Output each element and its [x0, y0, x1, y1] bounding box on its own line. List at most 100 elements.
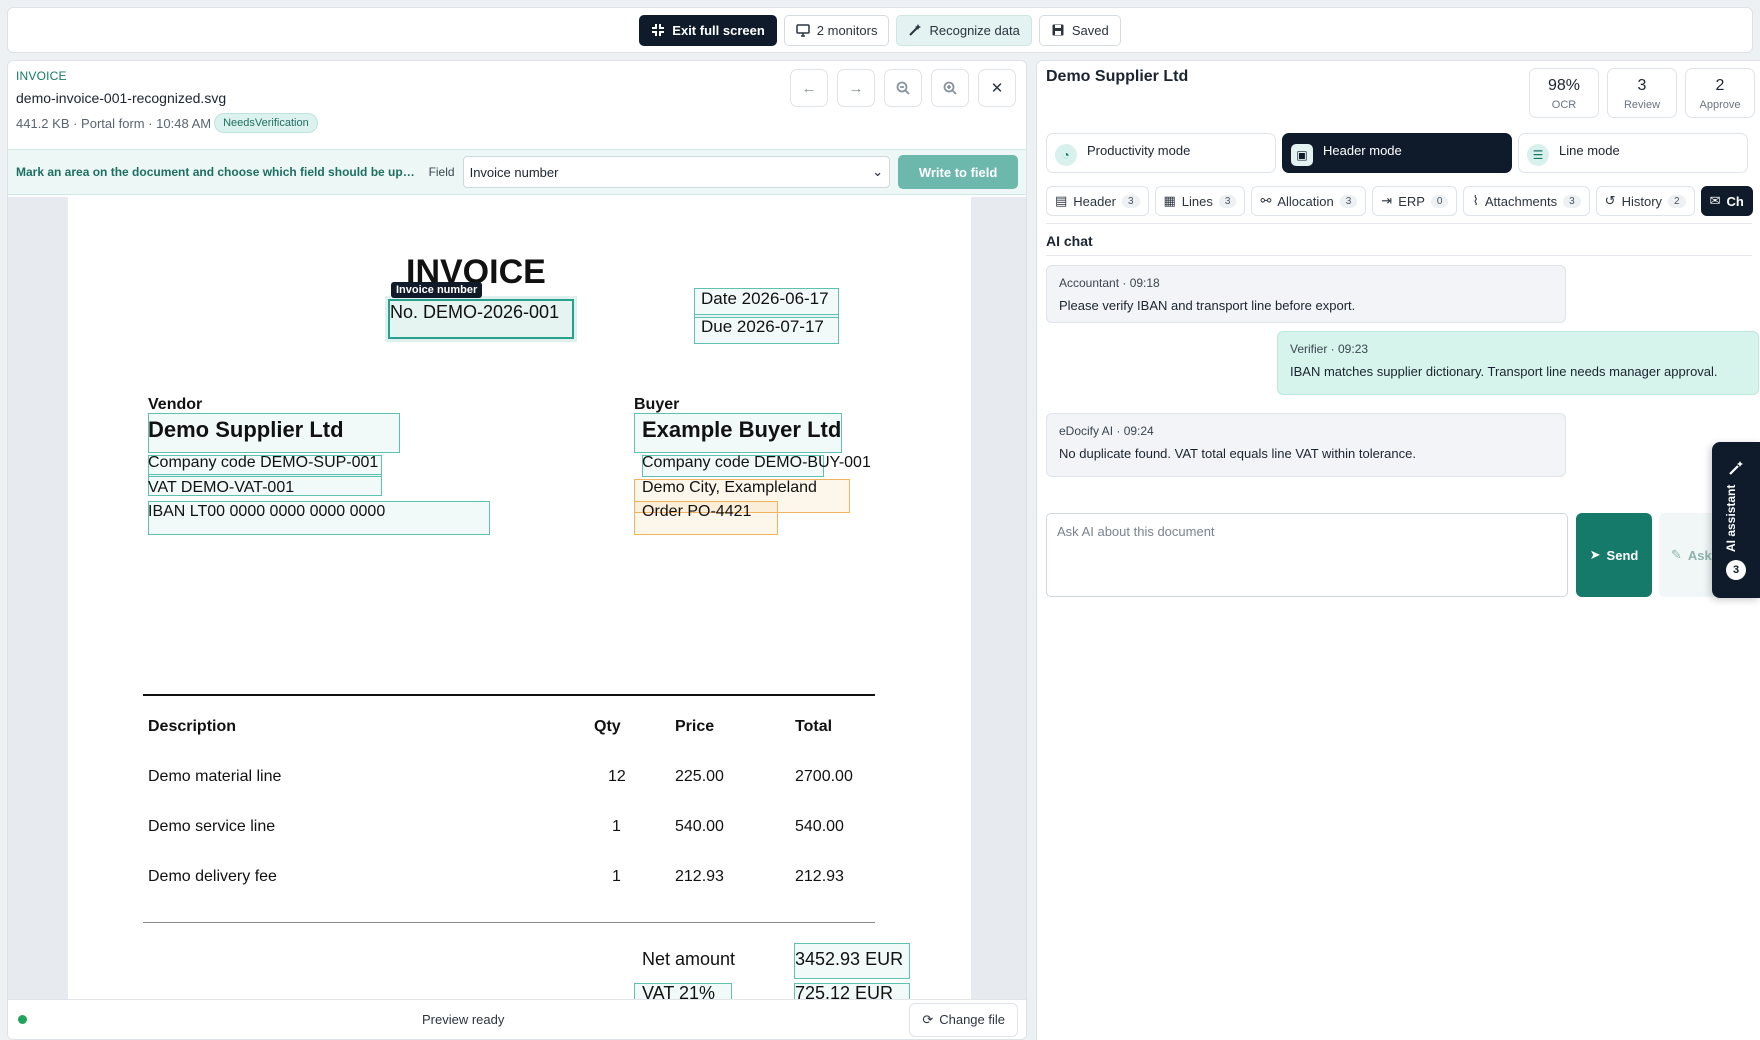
row-price: 225.00 — [675, 768, 724, 785]
top-toolbar: Exit full screen 2 monitors Recognize da… — [7, 7, 1753, 53]
stat-label: Approve — [1699, 99, 1741, 111]
invoice-number: No. DEMO-2026-001 — [390, 302, 560, 322]
tab-label: Ch — [1726, 193, 1744, 209]
tab-count: 3 — [1121, 194, 1140, 208]
history-icon: ↺ — [1604, 193, 1616, 208]
document-footer: Preview ready ⟳ Change file — [8, 999, 1026, 1039]
tab-erp[interactable]: ⇥ ERP 0 — [1372, 186, 1458, 216]
chevron-down-icon: ⌄ — [872, 164, 884, 179]
row-description: Demo service line — [148, 818, 276, 835]
buyer-name: Example Buyer Ltd — [642, 417, 842, 442]
invoice-number-tag: Invoice number — [391, 282, 483, 298]
gauge-icon: ◔ — [1055, 144, 1077, 166]
stat-value: 2 — [1715, 77, 1725, 94]
tab-lines[interactable]: ▦ Lines 3 — [1154, 186, 1246, 216]
ask-ai-input[interactable]: Ask AI about this document — [1046, 513, 1568, 597]
invoice-page: INVOICE Invoice number No. DEMO-2026-001… — [68, 197, 971, 1002]
mode-label: Line mode — [1559, 143, 1620, 158]
list-icon: ☰ — [1527, 144, 1549, 166]
ask-ai-label: Ask — [1687, 547, 1712, 563]
chat-message: eDocify AI · 09:24 No duplicate found. V… — [1046, 413, 1566, 477]
chat-message: Verifier · 09:23 IBAN matches supplier d… — [1277, 331, 1759, 395]
stat-label: OCR — [1551, 99, 1577, 111]
tab-label: History — [1621, 193, 1663, 209]
vendor-label: Vendor — [148, 396, 203, 413]
message-body: Please verify IBAN and transport line be… — [1059, 298, 1356, 313]
buyer-order: Order PO-4421 — [642, 503, 752, 520]
send-button[interactable]: ➤ Send — [1576, 513, 1652, 597]
tab-allocation[interactable]: ⚯ Allocation 3 — [1251, 186, 1367, 216]
line-mode-button[interactable]: ☰ Line mode — [1518, 133, 1748, 173]
buyer-label: Buyer — [634, 396, 680, 413]
document-viewer[interactable]: INVOICE Invoice number No. DEMO-2026-001… — [8, 197, 1026, 1002]
stat-value: 98% — [1547, 77, 1581, 94]
zoom-in-button[interactable] — [931, 69, 969, 107]
supplier-name: Demo Supplier Ltd — [1046, 68, 1189, 85]
chat-divider — [1046, 255, 1752, 256]
tab-label: Lines — [1181, 193, 1213, 209]
change-file-label: Change file — [939, 1012, 1005, 1027]
stat-value: 3 — [1637, 77, 1647, 94]
zoom-out-button[interactable] — [884, 69, 922, 107]
mode-switcher: ◔ Productivity mode ▣ Header mode ☰ Line… — [1046, 133, 1748, 173]
next-button[interactable]: → — [837, 69, 875, 107]
chat-message: Accountant · 09:18 Please verify IBAN an… — [1046, 265, 1566, 323]
tab-chat[interactable]: ✉ Ch — [1700, 186, 1753, 216]
mark-area-bar: Mark an area on the document and choose … — [8, 149, 1026, 195]
tab-count: 0 — [1430, 194, 1449, 208]
compress-icon — [652, 24, 665, 36]
ai-assistant-tab[interactable]: AI assistant 3 — [1712, 442, 1760, 598]
stat-approve: 2 Approve — [1685, 68, 1755, 118]
document-header: INVOICE demo-invoice-001-recognized.svg … — [8, 61, 1026, 147]
arrow-right-icon: → — [848, 79, 864, 97]
tab-attachments[interactable]: ⌇ Attachments 3 — [1463, 186, 1590, 216]
file-icon: ▤ — [1055, 193, 1068, 208]
recognize-data-label: Recognize data — [929, 22, 1020, 38]
close-icon: ✕ — [990, 80, 1004, 97]
tab-header[interactable]: ▤ Header 3 — [1046, 186, 1149, 216]
close-button[interactable]: ✕ — [978, 69, 1016, 107]
tab-label: Header — [1073, 193, 1116, 209]
vendor-code: Company code DEMO-SUP-001 — [148, 454, 379, 471]
document-meta-text: 441.2 KB · Portal form · 10:48 AM — [16, 115, 212, 131]
tabs-divider — [1046, 223, 1752, 224]
field-select[interactable]: Invoice number ⌄ — [462, 156, 891, 188]
saved-button[interactable]: Saved — [1038, 14, 1121, 46]
productivity-mode-button[interactable]: ◔ Productivity mode — [1046, 133, 1276, 173]
buyer-city: Demo City, Exampleland — [642, 479, 817, 496]
invoice-due: Due 2026-07-17 — [701, 317, 824, 336]
stat-label: Review — [1623, 99, 1661, 111]
row-price: 212.93 — [675, 868, 724, 885]
header-mode-button[interactable]: ▣ Header mode — [1282, 133, 1512, 173]
tab-count: 3 — [1218, 194, 1237, 208]
column-price: Price — [675, 718, 715, 735]
mode-label: Productivity mode — [1087, 143, 1191, 158]
write-to-field-button[interactable]: Write to field — [898, 155, 1018, 189]
message-author: Verifier · 09:23 — [1290, 342, 1369, 356]
stat-ocr: 98% OCR — [1529, 68, 1599, 118]
mark-instruction: Mark an area on the document and choose … — [16, 165, 421, 179]
row-total: 212.93 — [795, 868, 844, 885]
recognize-data-button[interactable]: Recognize data — [896, 14, 1032, 46]
zoom-out-icon — [896, 81, 910, 95]
stat-review: 3 Review — [1607, 68, 1677, 118]
tab-label: Allocation — [1277, 193, 1334, 209]
chat-title: AI chat — [1046, 233, 1093, 249]
ai-assistant-count: 3 — [1726, 560, 1746, 580]
refresh-icon: ⟳ — [922, 1011, 934, 1027]
preview-status: Preview ready — [422, 1012, 505, 1027]
magic-wand-icon: ✎ — [1671, 547, 1682, 562]
document-meta: 441.2 KB · Portal form · 10:48 AM NeedsV… — [16, 113, 1018, 133]
row-description: Demo material line — [148, 768, 282, 785]
change-file-button[interactable]: ⟳ Change file — [909, 1002, 1018, 1037]
monitors-button[interactable]: 2 monitors — [783, 14, 890, 46]
tab-history[interactable]: ↺ History 2 — [1595, 186, 1695, 216]
exit-fullscreen-button[interactable]: Exit full screen — [639, 14, 777, 46]
stats: 98% OCR 3 Review 2 Approve — [1529, 68, 1755, 118]
magic-wand-icon — [1729, 461, 1743, 475]
row-description: Demo delivery fee — [148, 868, 277, 885]
previous-button[interactable]: ← — [790, 69, 828, 107]
send-label: Send — [1606, 547, 1639, 563]
row-total: 2700.00 — [795, 768, 853, 785]
row-qty: 12 — [608, 768, 626, 785]
